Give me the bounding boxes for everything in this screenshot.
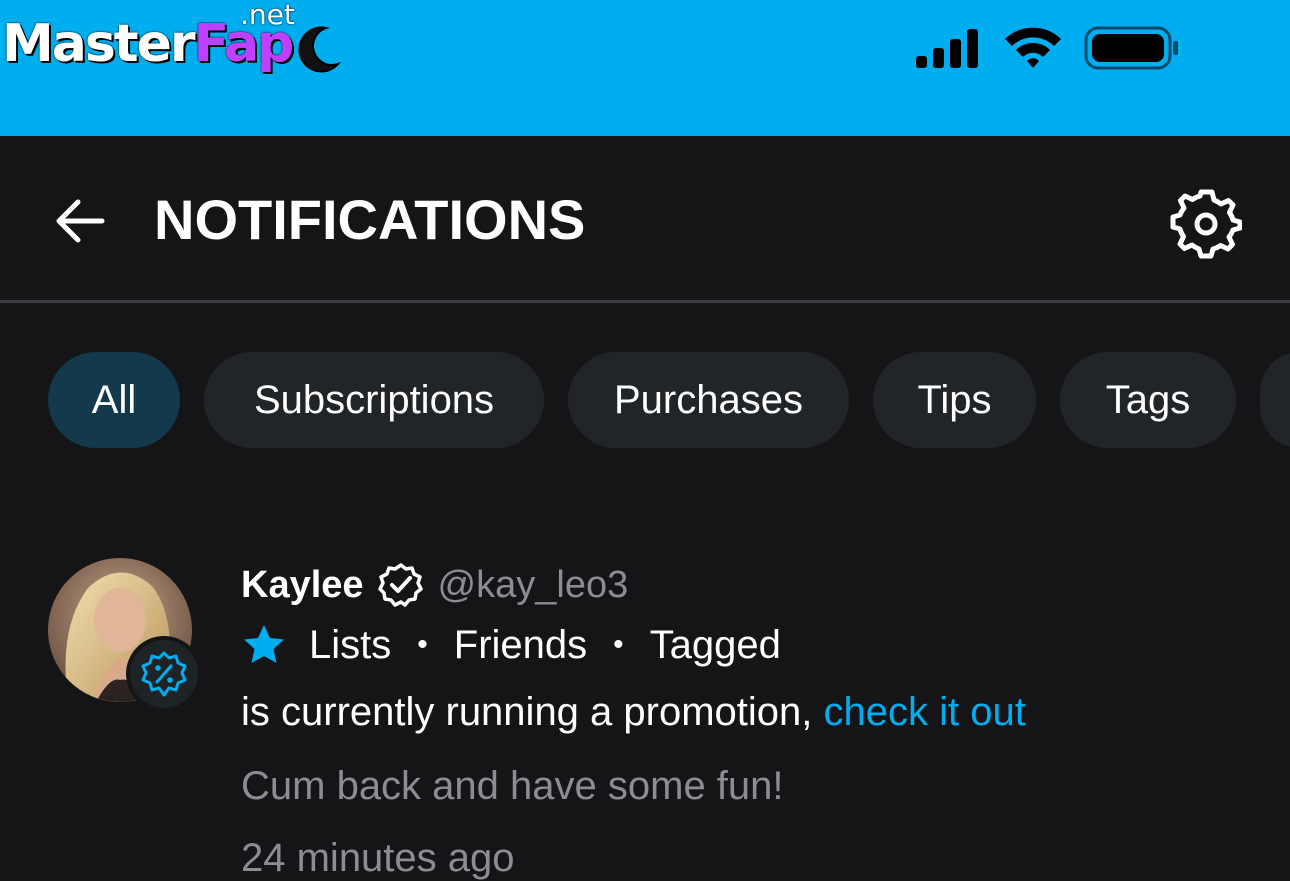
promo-badge xyxy=(126,636,202,712)
star-icon xyxy=(244,625,284,663)
tab-label: Purchases xyxy=(614,377,803,422)
promo-percent-icon xyxy=(141,651,187,697)
timestamp: 24 minutes ago xyxy=(241,836,515,880)
user-name[interactable]: Kaylee xyxy=(241,564,364,607)
app-header: NOTIFICATIONS xyxy=(0,136,1290,301)
name-row: Kaylee @kay_leo3 xyxy=(241,560,628,610)
tab-label: All xyxy=(91,377,137,422)
verified-icon xyxy=(377,563,423,607)
promo-text: Cum back and have some fun! xyxy=(241,764,784,808)
user-handle[interactable]: @kay_leo3 xyxy=(438,564,629,607)
list-tag[interactable]: Friends xyxy=(454,623,587,668)
tab-purchases[interactable]: Purchases xyxy=(568,352,849,448)
header-divider xyxy=(0,300,1290,303)
page-title: NOTIFICATIONS xyxy=(154,188,586,251)
check-it-out-link[interactable]: check it out xyxy=(824,690,1026,734)
back-arrow-icon[interactable] xyxy=(50,191,110,251)
tab-tips[interactable]: Tips xyxy=(873,352,1036,448)
signal-icon xyxy=(916,29,978,68)
tab-label: Subscriptions xyxy=(253,377,495,422)
battery-icon xyxy=(1084,26,1178,70)
notification-item[interactable]: Kaylee @kay_leo3 Lists • Friends • Tagge… xyxy=(0,540,1290,880)
tab-subscriptions[interactable]: Subscriptions xyxy=(204,352,544,448)
watermark-logo: MasterFap .net xyxy=(0,0,350,84)
wifi-icon xyxy=(1005,27,1061,68)
separator-dot: • xyxy=(417,628,428,661)
promo-badge-inner xyxy=(130,640,198,708)
tab-all[interactable]: All xyxy=(48,352,180,448)
lists-row: Lists • Friends • Tagged xyxy=(241,620,781,670)
separator-dot: • xyxy=(613,628,624,661)
tab-tags[interactable]: Tags xyxy=(1060,352,1236,448)
moon-icon xyxy=(298,26,342,73)
gear-icon[interactable] xyxy=(1170,188,1242,260)
list-tag[interactable]: Tagged xyxy=(650,623,781,668)
filter-tabs: All Subscriptions Purchases Tips Tags xyxy=(0,352,1290,448)
message-text: is currently running a promotion, xyxy=(241,690,813,734)
notification-message: is currently running a promotion, check … xyxy=(241,690,1026,735)
tab-more[interactable] xyxy=(1260,352,1290,448)
list-tag[interactable]: Lists xyxy=(309,623,391,668)
tab-label: Tips xyxy=(917,377,992,422)
tab-label: Tags xyxy=(1105,377,1191,422)
status-bar: MasterFap .net xyxy=(0,0,1290,136)
watermark-main: Master xyxy=(2,14,196,74)
watermark-suffix: .net xyxy=(240,0,295,31)
